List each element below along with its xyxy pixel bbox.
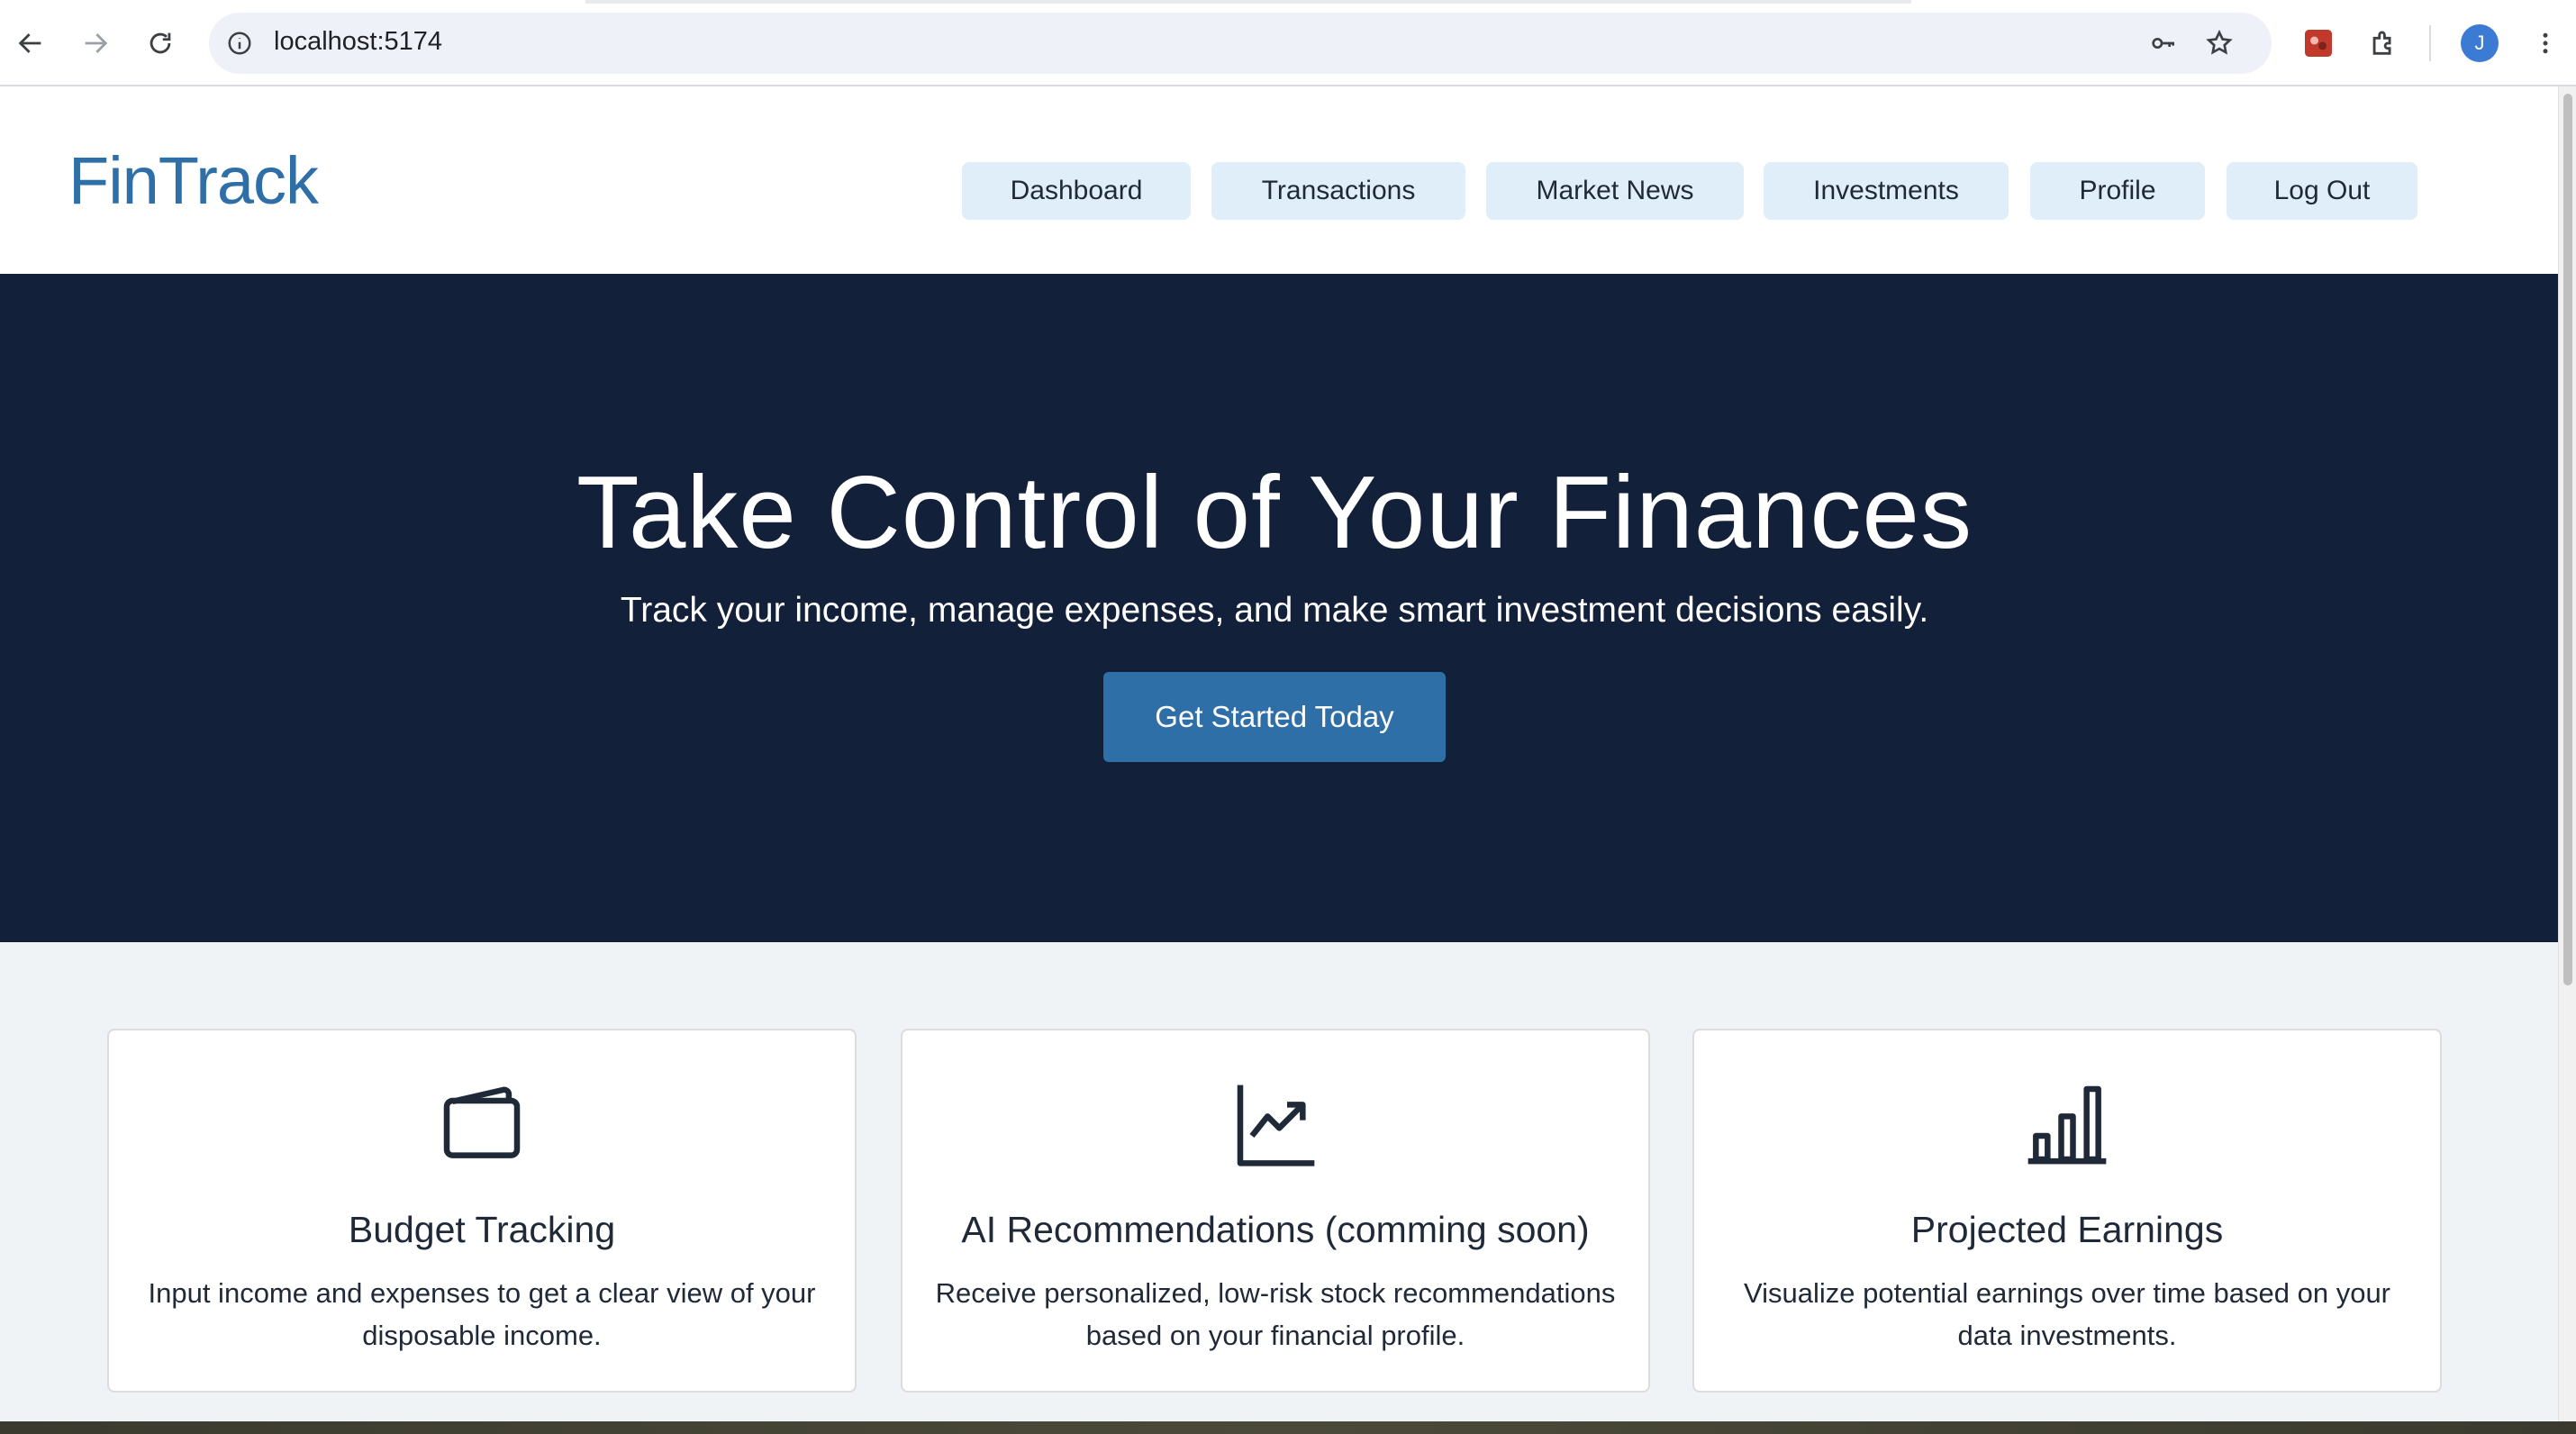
site-header: FinTrack Dashboard Transactions Market N…	[0, 86, 2558, 274]
page-scrollbar[interactable]	[2558, 86, 2576, 1421]
address-bar[interactable]: localhost:5174	[209, 13, 2272, 74]
site-info-icon[interactable]	[222, 25, 258, 61]
features-section: Budget Tracking Input income and expense…	[0, 942, 2558, 1421]
nav-profile-button[interactable]: Profile	[2030, 162, 2205, 220]
nav-transactions-button[interactable]: Transactions	[1211, 162, 1465, 220]
extension-app-icon[interactable]	[2299, 23, 2338, 63]
feature-title: Budget Tracking	[348, 1209, 616, 1250]
extensions-puzzle-icon[interactable]	[2363, 23, 2403, 63]
hero-title: Take Control of Your Finances	[576, 456, 1973, 570]
feature-description: Visualize potential earnings over time b…	[1743, 1277, 2391, 1351]
forward-icon[interactable]	[74, 22, 117, 65]
get-started-button[interactable]: Get Started Today	[1103, 672, 1446, 762]
tab-strip-edge	[830, 0, 1911, 4]
toolbar-divider	[2429, 25, 2431, 61]
reload-icon[interactable]	[139, 22, 182, 65]
desktop-edge	[0, 1421, 2576, 1434]
bookmark-star-icon[interactable]	[2201, 25, 2237, 61]
logo[interactable]: FinTrack	[68, 142, 319, 219]
feature-title: Projected Earnings	[1910, 1209, 2224, 1250]
scrollbar-thumb[interactable]	[2563, 94, 2572, 985]
wallet-icon	[109, 1077, 855, 1173]
nav-investments-button[interactable]: Investments	[1764, 162, 2009, 220]
hero-section: Take Control of Your Finances Track your…	[0, 274, 2558, 942]
url-text[interactable]: localhost:5174	[274, 27, 442, 57]
feature-card-ai: AI Recommendations (comming soon) Receiv…	[901, 1029, 1650, 1393]
back-icon[interactable]	[9, 22, 52, 65]
tab-strip-edge	[585, 0, 830, 4]
feature-card-budget: Budget Tracking Input income and expense…	[107, 1029, 857, 1393]
page-viewport: FinTrack Dashboard Transactions Market N…	[0, 86, 2558, 1421]
feature-description: Input income and expenses to get a clear…	[148, 1277, 816, 1351]
kebab-menu-icon[interactable]	[2526, 23, 2565, 63]
hero-subtitle: Track your income, manage expenses, and …	[620, 591, 1929, 630]
nav-dashboard-button[interactable]: Dashboard	[962, 162, 1191, 220]
nav-logout-button[interactable]: Log Out	[2227, 162, 2417, 220]
trending-up-chart-icon	[903, 1077, 1648, 1173]
bar-chart-icon	[1694, 1077, 2440, 1173]
profile-avatar[interactable]: J	[2461, 24, 2499, 62]
feature-title: AI Recommendations (comming soon)	[961, 1209, 1590, 1250]
nav-market-news-button[interactable]: Market News	[1486, 162, 1744, 220]
browser-toolbar: localhost:5174 J	[0, 0, 2576, 86]
feature-description: Receive personalized, low-risk stock rec…	[935, 1277, 1616, 1351]
feature-card-projected: Projected Earnings Visualize potential e…	[1692, 1029, 2442, 1393]
password-key-icon[interactable]	[2145, 25, 2181, 61]
